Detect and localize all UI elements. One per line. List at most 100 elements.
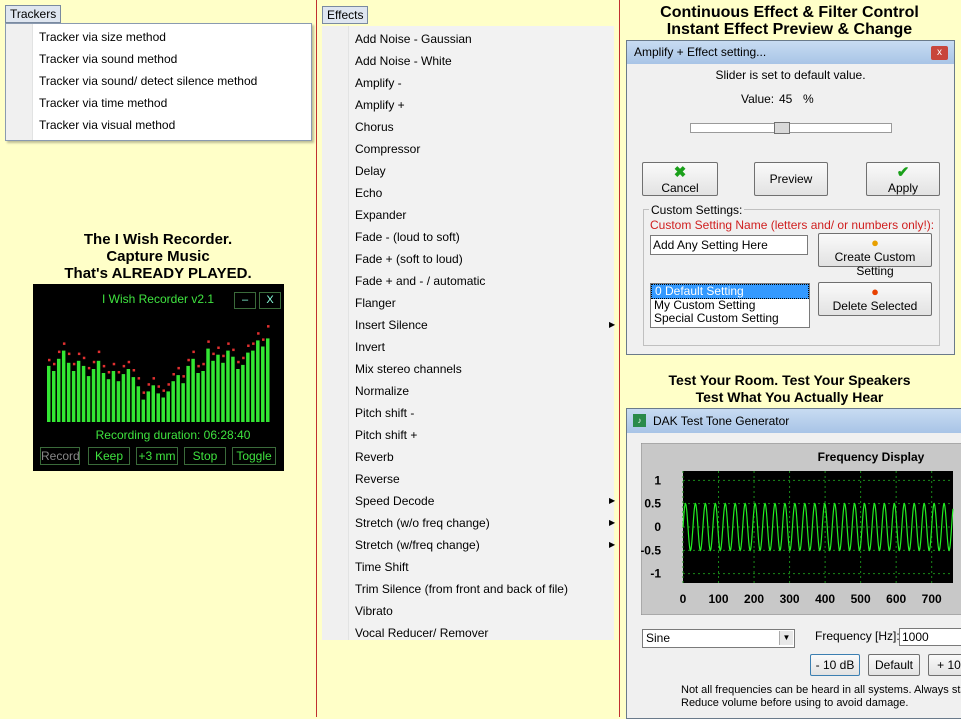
custom-settings-label: Custom Settings: [649, 203, 745, 217]
level-bar [56, 358, 61, 422]
frequency-input[interactable] [899, 628, 961, 646]
apply-button[interactable]: ✔ Apply [866, 162, 940, 196]
effects-item[interactable]: Chorus [355, 116, 394, 138]
effects-item[interactable]: Expander [355, 204, 406, 226]
tracker-item-time[interactable]: Tracker via time method [39, 92, 167, 114]
x-tick-label: 300 [780, 592, 800, 606]
tone-heading-line2: Test What You Actually Hear [695, 389, 884, 405]
level-peak [82, 356, 86, 360]
effects-item[interactable]: Trim Silence (from front and back of fil… [355, 578, 568, 600]
level-bar [191, 358, 195, 422]
level-bar [266, 338, 270, 422]
effects-item[interactable]: Vibrato [355, 600, 393, 622]
cancel-button[interactable]: ✖ Cancel [642, 162, 718, 196]
tracker-item-sound[interactable]: Tracker via sound method [39, 48, 177, 70]
level-peak [212, 352, 215, 356]
preview-button[interactable]: Preview [754, 162, 828, 196]
custom-setting-input[interactable] [650, 235, 808, 255]
level-peak [127, 360, 131, 364]
effects-item[interactable]: Add Noise - Gaussian [355, 28, 472, 50]
value-label: Value: [741, 92, 775, 106]
tracker-item-visual[interactable]: Tracker via visual method [39, 114, 175, 136]
waveform-select[interactable]: Sine ▼ [642, 629, 795, 648]
effects-item[interactable]: Flanger [355, 292, 396, 314]
level-bar [186, 365, 190, 422]
effects-item[interactable]: Pitch shift - [355, 402, 414, 424]
submenu-arrow-icon: ▶ [609, 320, 616, 329]
effects-item[interactable]: Fade + and - / automatic [355, 270, 485, 292]
tracker-item-silence[interactable]: Tracker via sound/ detect silence method [39, 70, 257, 92]
effects-menu-tab[interactable]: Effects [322, 6, 369, 24]
chart-title: Frequency Display [818, 450, 925, 464]
toggle-button[interactable]: Toggle [232, 447, 276, 465]
level-peak [122, 364, 126, 368]
minimize-button[interactable]: – [234, 292, 256, 309]
effects-item[interactable]: Delay [355, 160, 386, 182]
level-peak [182, 375, 185, 378]
effects-item[interactable]: Fade + (soft to loud) [355, 248, 463, 270]
effects-item[interactable]: Stretch (w/freq change) [355, 534, 480, 556]
close-button[interactable]: X [259, 292, 281, 309]
chevron-down-icon[interactable]: ▼ [779, 631, 793, 645]
keep-button[interactable]: Keep [88, 447, 130, 465]
delete-selected-button[interactable]: ● Delete Selected [818, 282, 932, 316]
tracker-item-size[interactable]: Tracker via size method [39, 26, 166, 48]
stop-button[interactable]: Stop [184, 447, 226, 465]
effects-item[interactable]: Insert Silence [355, 314, 428, 336]
effects-item[interactable]: Time Shift [355, 556, 409, 578]
default-button[interactable]: Default [868, 654, 920, 676]
amplify-slider-track[interactable] [690, 122, 892, 134]
tone-title: DAK Test Tone Generator [653, 414, 790, 428]
amplify-slider-thumb[interactable] [774, 122, 790, 134]
y-tick-label: 0.5 [644, 497, 661, 511]
tone-heading: Test Your Room. Test Your Speakers Test … [626, 372, 953, 406]
close-icon[interactable]: x [931, 46, 948, 60]
effects-item[interactable]: Add Noise - White [355, 50, 452, 72]
trackers-menu-tab[interactable]: Trackers [5, 5, 62, 23]
effects-item[interactable]: Echo [355, 182, 382, 204]
level-bar [91, 369, 96, 422]
minus-10db-button[interactable]: - 10 dB [810, 654, 860, 676]
tone-title-bar: ♪ DAK Test Tone Generator [627, 409, 961, 433]
effects-item[interactable]: Speed Decode [355, 490, 434, 512]
effects-item[interactable]: Amplify - [355, 72, 402, 94]
plus-10db-button[interactable]: + 10 [928, 654, 961, 676]
effects-item[interactable]: Stretch (w/o freq change) [355, 512, 490, 534]
effects-item[interactable]: Pitch shift + [355, 424, 417, 446]
y-tick-label: -1 [650, 567, 661, 581]
level-bar [211, 360, 215, 422]
level-bar [261, 346, 265, 422]
level-bar [226, 350, 230, 422]
record-button[interactable]: Record [40, 447, 80, 465]
effects-item[interactable]: Reverb [355, 446, 394, 468]
effects-item[interactable]: Amplify + [355, 94, 405, 116]
custom-settings-list[interactable]: 0 Default Setting My Custom Setting Spec… [650, 283, 810, 328]
level-peak [227, 342, 230, 345]
y-tick-label: -0.5 [641, 543, 661, 557]
effects-item[interactable]: Normalize [355, 380, 409, 402]
x-tick-label: 700 [922, 592, 942, 606]
level-bar [61, 350, 66, 422]
tone-note-2: Reduce volume before using to avoid dama… [681, 697, 909, 709]
effects-item[interactable]: Fade - (loud to soft) [355, 226, 460, 248]
level-peak [177, 366, 180, 370]
level-peak [57, 350, 61, 354]
effects-item[interactable]: Compressor [355, 138, 420, 160]
plus-3mm-button[interactable]: +3 mm [136, 447, 178, 465]
user-add-icon: ● [871, 235, 879, 250]
level-peak [202, 362, 205, 366]
create-custom-setting-button[interactable]: ● Create Custom Setting [818, 233, 932, 278]
effects-item[interactable]: Mix stereo channels [355, 358, 462, 380]
level-bar [161, 397, 165, 422]
effects-item[interactable]: Invert [355, 336, 385, 358]
user-delete-icon: ● [871, 284, 879, 299]
recorder-heading-line1: The I Wish Recorder. [83, 231, 233, 248]
list-item[interactable]: 0 Default Setting [651, 284, 809, 299]
tone-generator-window: ♪ DAK Test Tone Generator Frequency Disp… [626, 408, 961, 719]
level-peak [167, 383, 170, 386]
list-item[interactable]: Special Custom Setting [651, 312, 809, 325]
effects-item[interactable]: Reverse [355, 468, 400, 490]
effects-item[interactable]: Vocal Reducer/ Remover [355, 622, 488, 644]
submenu-arrow-icon: ▶ [609, 540, 616, 549]
level-peak [257, 332, 260, 335]
